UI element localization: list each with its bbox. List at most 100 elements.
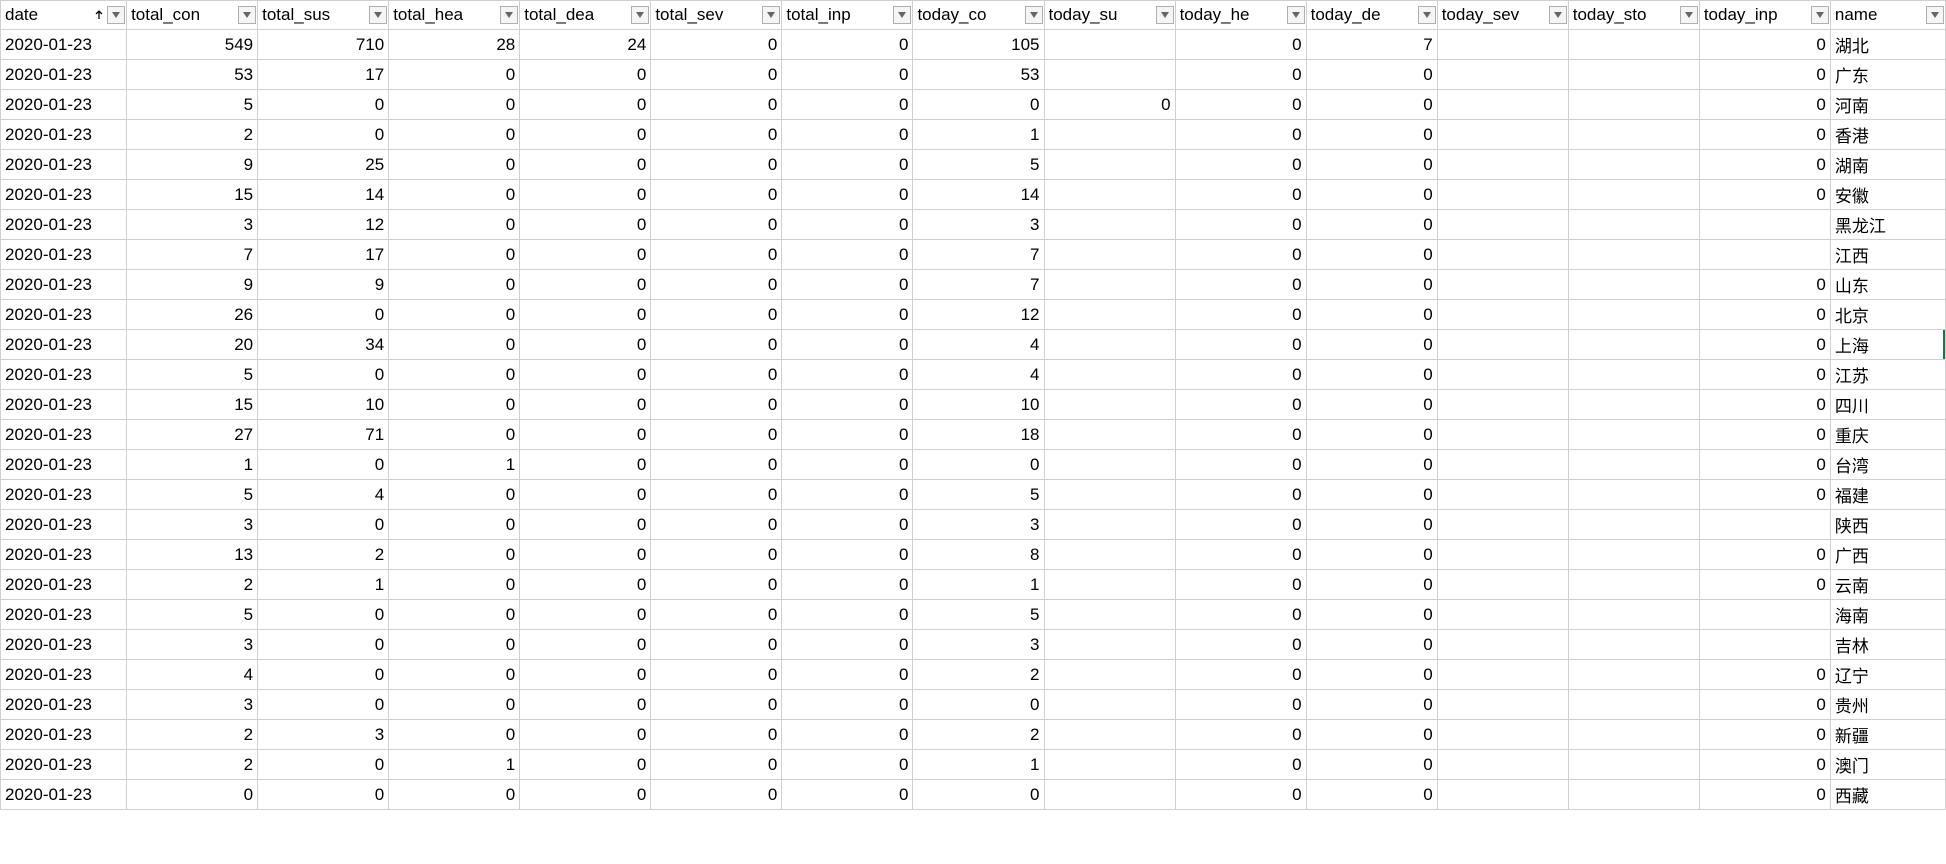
cell-today_sus[interactable] (1044, 480, 1175, 510)
table-row[interactable]: 2020-01-235400005000福建 (1, 480, 1946, 510)
cell-total_inp[interactable]: 0 (782, 480, 913, 510)
cell-total_hea[interactable]: 0 (389, 510, 520, 540)
cell-total_sev[interactable]: 0 (651, 30, 782, 60)
cell-total_sus[interactable]: 12 (258, 210, 389, 240)
cell-total_sev[interactable]: 0 (651, 750, 782, 780)
cell-total_sus[interactable]: 0 (258, 120, 389, 150)
cell-date[interactable]: 2020-01-23 (1, 450, 127, 480)
table-row[interactable]: 2020-01-235317000053000广东 (1, 60, 1946, 90)
cell-today_con[interactable]: 3 (913, 210, 1044, 240)
cell-total_dea[interactable]: 0 (520, 690, 651, 720)
cell-total_inp[interactable]: 0 (782, 210, 913, 240)
cell-today_con[interactable]: 2 (913, 720, 1044, 750)
column-header-total_sev[interactable]: total_sev (651, 1, 782, 30)
cell-today_sus[interactable] (1044, 660, 1175, 690)
cell-total_dea[interactable]: 0 (520, 180, 651, 210)
cell-total_inp[interactable]: 0 (782, 660, 913, 690)
column-header-today_inp[interactable]: today_inp (1699, 1, 1830, 30)
cell-today_sus[interactable] (1044, 630, 1175, 660)
cell-today_sev[interactable] (1437, 360, 1568, 390)
cell-today_hea[interactable]: 0 (1175, 60, 1306, 90)
cell-today_dea[interactable]: 0 (1306, 660, 1437, 690)
cell-total_inp[interactable]: 0 (782, 540, 913, 570)
cell-total_hea[interactable]: 0 (389, 330, 520, 360)
cell-date[interactable]: 2020-01-23 (1, 390, 127, 420)
cell-total_hea[interactable]: 0 (389, 300, 520, 330)
cell-today_sto[interactable] (1568, 210, 1699, 240)
filter-dropdown-icon[interactable] (238, 6, 256, 24)
cell-today_sus[interactable] (1044, 240, 1175, 270)
cell-total_dea[interactable]: 0 (520, 480, 651, 510)
cell-total_sev[interactable]: 0 (651, 660, 782, 690)
cell-today_con[interactable]: 1 (913, 750, 1044, 780)
cell-total_inp[interactable]: 0 (782, 90, 913, 120)
cell-today_sus[interactable] (1044, 210, 1175, 240)
cell-today_sto[interactable] (1568, 690, 1699, 720)
cell-total_inp[interactable]: 0 (782, 570, 913, 600)
cell-total_sev[interactable]: 0 (651, 60, 782, 90)
cell-today_hea[interactable]: 0 (1175, 180, 1306, 210)
cell-today_dea[interactable]: 0 (1306, 240, 1437, 270)
cell-today_sto[interactable] (1568, 660, 1699, 690)
cell-today_sev[interactable] (1437, 150, 1568, 180)
cell-today_sus[interactable] (1044, 420, 1175, 450)
cell-total_dea[interactable]: 0 (520, 750, 651, 780)
cell-total_sus[interactable]: 2 (258, 540, 389, 570)
column-header-today_hea[interactable]: today_he (1175, 1, 1306, 30)
cell-today_sto[interactable] (1568, 120, 1699, 150)
cell-today_sto[interactable] (1568, 360, 1699, 390)
cell-today_con[interactable]: 53 (913, 60, 1044, 90)
cell-today_inp[interactable]: 0 (1699, 90, 1830, 120)
cell-total_sus[interactable]: 0 (258, 360, 389, 390)
cell-today_sev[interactable] (1437, 300, 1568, 330)
cell-today_dea[interactable]: 0 (1306, 150, 1437, 180)
cell-total_dea[interactable]: 0 (520, 510, 651, 540)
cell-today_sev[interactable] (1437, 60, 1568, 90)
cell-name[interactable]: 北京 (1830, 300, 1945, 330)
cell-today_sto[interactable] (1568, 570, 1699, 600)
cell-today_sev[interactable] (1437, 120, 1568, 150)
cell-today_inp[interactable] (1699, 600, 1830, 630)
cell-total_sev[interactable]: 0 (651, 300, 782, 330)
cell-total_inp[interactable]: 0 (782, 450, 913, 480)
cell-today_sus[interactable] (1044, 690, 1175, 720)
cell-total_sev[interactable]: 0 (651, 360, 782, 390)
cell-total_hea[interactable]: 0 (389, 60, 520, 90)
cell-total_sev[interactable]: 0 (651, 540, 782, 570)
cell-today_dea[interactable]: 0 (1306, 390, 1437, 420)
cell-today_inp[interactable]: 0 (1699, 60, 1830, 90)
cell-today_con[interactable]: 0 (913, 450, 1044, 480)
cell-total_con[interactable]: 1 (127, 450, 258, 480)
cell-today_hea[interactable]: 0 (1175, 570, 1306, 600)
cell-today_sev[interactable] (1437, 570, 1568, 600)
cell-today_sus[interactable] (1044, 720, 1175, 750)
cell-today_sto[interactable] (1568, 510, 1699, 540)
cell-today_sus[interactable] (1044, 30, 1175, 60)
cell-total_inp[interactable]: 0 (782, 30, 913, 60)
cell-total_hea[interactable]: 0 (389, 210, 520, 240)
cell-total_sev[interactable]: 0 (651, 210, 782, 240)
table-row[interactable]: 2020-01-23203400004000上海 (1, 330, 1946, 360)
cell-total_hea[interactable]: 0 (389, 240, 520, 270)
cell-today_con[interactable]: 14 (913, 180, 1044, 210)
cell-date[interactable]: 2020-01-23 (1, 570, 127, 600)
cell-date[interactable]: 2020-01-23 (1, 30, 127, 60)
cell-total_sev[interactable]: 0 (651, 570, 782, 600)
cell-name[interactable]: 安徽 (1830, 180, 1945, 210)
cell-total_sus[interactable]: 710 (258, 30, 389, 60)
cell-name[interactable]: 四川 (1830, 390, 1945, 420)
cell-total_hea[interactable]: 0 (389, 480, 520, 510)
cell-today_dea[interactable]: 0 (1306, 270, 1437, 300)
cell-today_inp[interactable]: 0 (1699, 450, 1830, 480)
sort-ascending-icon[interactable] (92, 8, 106, 22)
cell-total_inp[interactable]: 0 (782, 240, 913, 270)
column-header-today_con[interactable]: today_co (913, 1, 1044, 30)
cell-today_hea[interactable]: 0 (1175, 300, 1306, 330)
cell-today_hea[interactable]: 0 (1175, 210, 1306, 240)
cell-today_sus[interactable] (1044, 780, 1175, 810)
cell-today_hea[interactable]: 0 (1175, 660, 1306, 690)
cell-total_dea[interactable]: 0 (520, 360, 651, 390)
cell-total_con[interactable]: 5 (127, 480, 258, 510)
filter-dropdown-icon[interactable] (1025, 6, 1043, 24)
cell-total_con[interactable]: 3 (127, 690, 258, 720)
